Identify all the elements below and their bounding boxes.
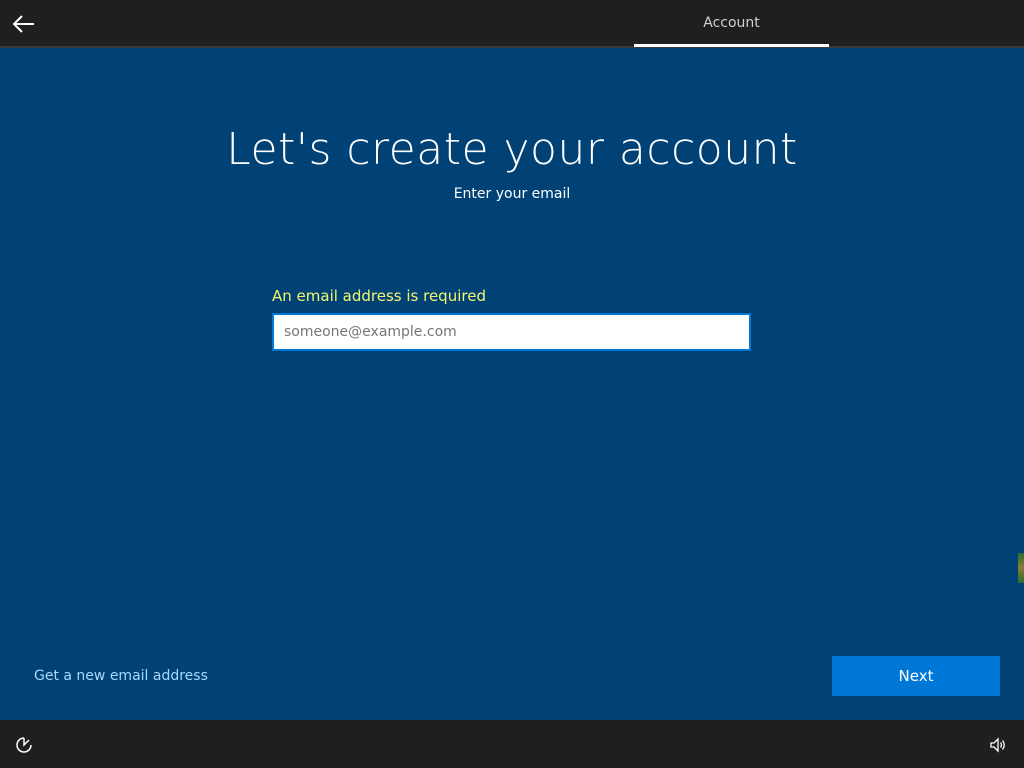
top-bar: Account bbox=[0, 0, 1024, 48]
email-error-message: An email address is required bbox=[272, 287, 486, 305]
ease-of-access-icon bbox=[16, 737, 32, 753]
edge-artifact bbox=[1018, 553, 1024, 583]
tab-active-indicator bbox=[634, 44, 829, 47]
email-input[interactable] bbox=[272, 313, 751, 351]
back-button[interactable] bbox=[10, 10, 38, 38]
get-new-email-link[interactable]: Get a new email address bbox=[34, 668, 208, 684]
page-title: Let's create your account bbox=[226, 124, 798, 175]
ease-of-access-button[interactable] bbox=[12, 733, 36, 757]
main-content: Let's create your account Enter your ema… bbox=[0, 48, 1024, 720]
volume-icon bbox=[990, 737, 1005, 753]
tab-account: Account bbox=[703, 15, 760, 31]
bottom-bar bbox=[0, 720, 1024, 768]
next-button[interactable]: Next bbox=[832, 656, 1000, 696]
arrow-left-icon bbox=[13, 15, 34, 33]
page-subtitle: Enter your email bbox=[453, 186, 571, 202]
volume-button[interactable] bbox=[986, 733, 1010, 757]
